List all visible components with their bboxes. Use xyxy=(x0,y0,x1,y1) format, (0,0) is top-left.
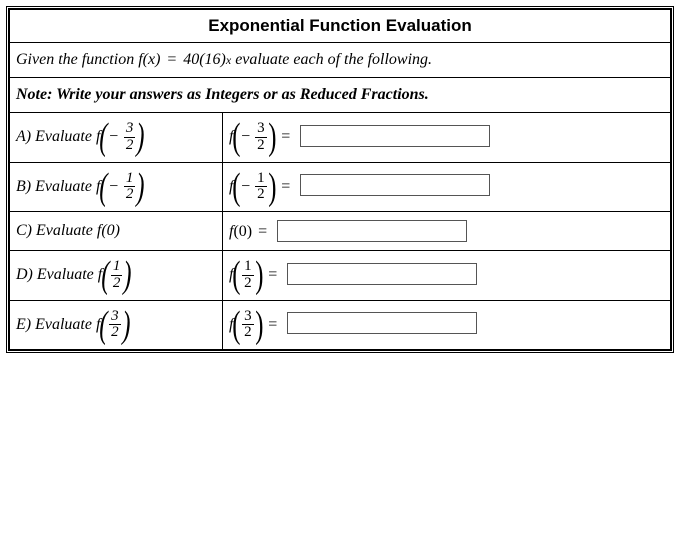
row-a-label-cell: A) Evaluate f ( − 32 ) xyxy=(10,113,223,163)
answer-input-b[interactable] xyxy=(300,174,490,196)
given-lead: Given the function xyxy=(16,51,138,68)
note-cell: Note: Write your answers as Integers or … xyxy=(10,78,671,113)
row-a-expr: f ( − 32 ) = xyxy=(229,121,296,154)
answer-input-a[interactable] xyxy=(300,125,490,147)
row-b-label-cell: B) Evaluate f ( − 12 ) xyxy=(10,162,223,212)
worksheet-table: Exponential Function Evaluation Given th… xyxy=(9,9,671,350)
row-e-expr: f ( 32 ) = xyxy=(229,309,283,342)
row-d-fn-label: f ( 12 ) xyxy=(98,259,131,292)
title-cell: Exponential Function Evaluation xyxy=(10,10,671,43)
row-a-fn-label: f ( − 32 ) xyxy=(96,121,144,154)
row-c-label-cell: C) Evaluate f(0) xyxy=(10,212,223,251)
row-c-answer-cell: f(0) = xyxy=(223,212,671,251)
row-e-answer-cell: f ( 32 ) = xyxy=(223,300,671,350)
function-definition: f(x) = 40(16)x xyxy=(138,51,231,69)
row-b-expr: f ( − 12 ) = xyxy=(229,171,296,204)
row-c-expr: f(0) = xyxy=(229,223,273,241)
row-b-answer-cell: f ( − 12 ) = xyxy=(223,162,671,212)
row-e-fn-label: f ( 32 ) xyxy=(96,309,129,342)
note-text: Note: Write your answers as Integers or … xyxy=(16,86,429,103)
row-d-answer-cell: f ( 12 ) = xyxy=(223,251,671,301)
answer-input-c[interactable] xyxy=(277,220,467,242)
page-title: Exponential Function Evaluation xyxy=(208,16,472,35)
row-d-label-cell: D) Evaluate f ( 12 ) xyxy=(10,251,223,301)
answer-input-e[interactable] xyxy=(287,312,477,334)
row-b-fn-label: f ( − 12 ) xyxy=(96,171,144,204)
worksheet-outer: Exponential Function Evaluation Given th… xyxy=(6,6,674,353)
given-cell: Given the function f(x) = 40(16)x evalua… xyxy=(10,43,671,78)
row-e-label-cell: E) Evaluate f ( 32 ) xyxy=(10,300,223,350)
given-tail: evaluate each of the following. xyxy=(235,51,432,68)
row-d-expr: f ( 12 ) = xyxy=(229,259,283,292)
row-a-answer-cell: f ( − 32 ) = xyxy=(223,113,671,163)
answer-input-d[interactable] xyxy=(287,263,477,285)
